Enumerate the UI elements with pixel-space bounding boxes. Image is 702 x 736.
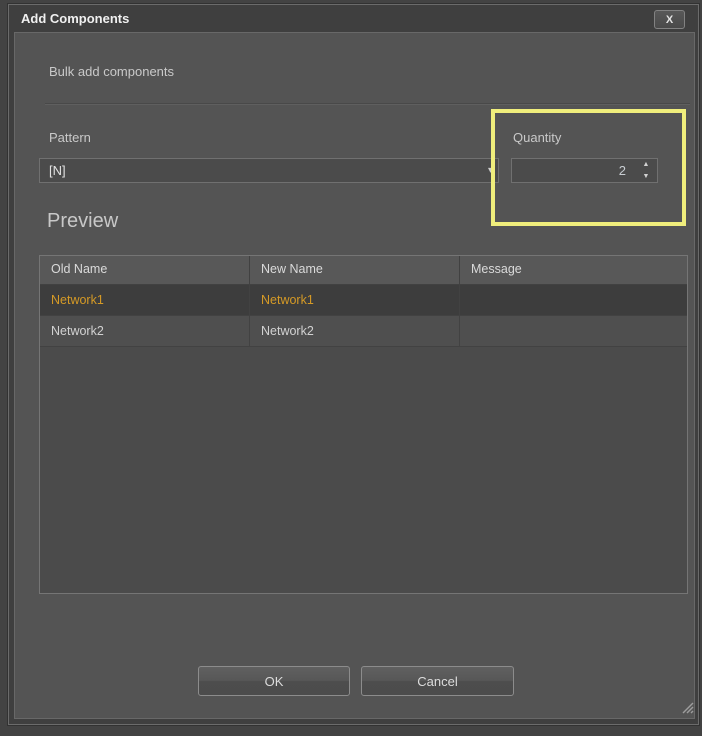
column-header-new-name[interactable]: New Name xyxy=(250,256,460,284)
table-cell-message[interactable] xyxy=(460,316,687,346)
quantity-input[interactable] xyxy=(512,159,630,182)
resize-grip-icon[interactable] xyxy=(680,700,695,715)
table-cell-message[interactable] xyxy=(460,285,687,315)
pattern-label: Pattern xyxy=(49,130,91,145)
table-header-row: Old Name New Name Message xyxy=(40,256,687,285)
dialog-content-panel: Bulk add components Pattern [N] ▾ Quanti… xyxy=(14,32,695,719)
dialog-title: Add Components xyxy=(9,5,129,32)
ok-button[interactable]: OK xyxy=(198,666,350,696)
column-header-old-name[interactable]: Old Name xyxy=(40,256,250,284)
close-button[interactable]: X xyxy=(654,10,685,29)
bulk-add-label: Bulk add components xyxy=(49,64,174,79)
add-components-dialog: Add Components X Bulk add components Pat… xyxy=(8,4,699,725)
quantity-spinner[interactable]: ▲ ▼ xyxy=(511,158,658,183)
table-row[interactable]: Network2Network2 xyxy=(40,316,687,347)
quantity-label: Quantity xyxy=(513,130,561,145)
table-cell-old-name[interactable]: Network2 xyxy=(40,316,250,346)
cancel-button[interactable]: Cancel xyxy=(361,666,514,696)
spinner-buttons: ▲ ▼ xyxy=(637,160,655,181)
preview-table: Old Name New Name Message Network1Networ… xyxy=(39,255,688,594)
separator-line xyxy=(45,103,690,105)
table-body: Network1Network1Network2Network2 xyxy=(40,285,687,347)
table-cell-new-name[interactable]: Network1 xyxy=(250,285,460,315)
spinner-up-icon[interactable]: ▲ xyxy=(643,160,650,169)
table-cell-old-name[interactable]: Network1 xyxy=(40,285,250,315)
column-header-message[interactable]: Message xyxy=(460,256,687,284)
table-row[interactable]: Network1Network1 xyxy=(40,285,687,316)
screen-background: Add Components X Bulk add components Pat… xyxy=(0,0,702,736)
spinner-down-icon[interactable]: ▼ xyxy=(643,172,650,181)
preview-heading: Preview xyxy=(47,210,118,233)
dialog-titlebar[interactable]: Add Components X xyxy=(9,5,698,32)
table-cell-new-name[interactable]: Network2 xyxy=(250,316,460,346)
pattern-value: [N] xyxy=(40,159,66,182)
pattern-combobox[interactable]: [N] ▾ xyxy=(39,158,499,183)
chevron-down-icon[interactable]: ▾ xyxy=(488,159,493,182)
